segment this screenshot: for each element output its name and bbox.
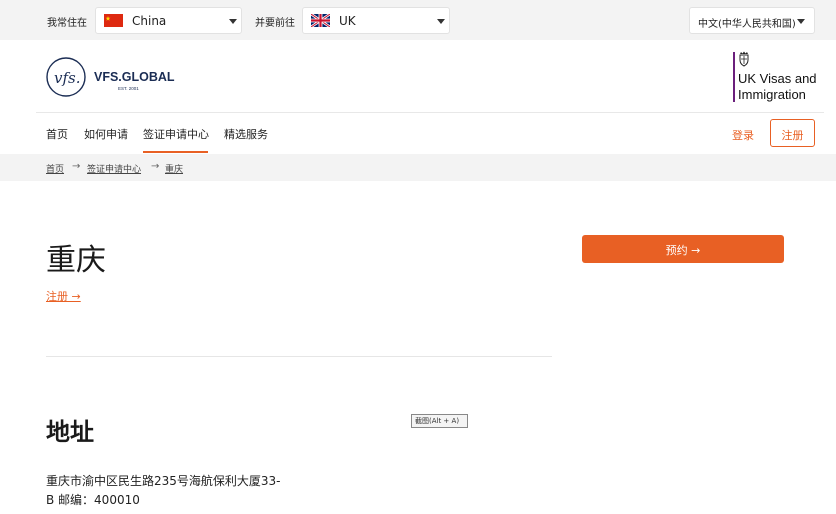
uk-flag-icon [311,14,330,27]
register-button[interactable]: 注册 [770,119,815,147]
nav-item-home[interactable]: 首页 [46,126,68,142]
breadcrumb-home[interactable]: 首页 [46,162,64,175]
content-divider [46,356,552,357]
logo-sub-text: EST. 2001 [118,86,139,91]
page-title: 重庆 [46,243,106,278]
nav-active-indicator [143,151,208,153]
partner-logo-text: UK Visas and Immigration [738,71,817,103]
going-country-value: UK [339,14,356,28]
nav-item-visa-centers[interactable]: 签证申请中心 [143,126,209,142]
tooltip-text: 截图(Alt + A) [415,417,460,425]
nav-item-how-to-apply[interactable]: 如何申请 [84,126,128,142]
address-line-2: B 邮编：400010 [46,493,140,507]
country-bar: 我常住在 China 并要前往 UK 中文(中华人民共和国) [0,0,836,40]
live-country-value: China [132,14,167,28]
book-appointment-button[interactable]: 预约 → [582,235,784,263]
vfs-global-logo[interactable]: vfs. VFS.GLOBAL EST. 2001 [46,56,176,98]
vfs-logo-icon: vfs. VFS.GLOBAL EST. 2001 [46,57,175,97]
partner-divider [733,52,735,102]
chevron-down-icon [797,19,805,24]
chevron-down-icon [437,19,445,24]
china-flag-icon [104,14,123,27]
register-link[interactable]: 注册 → [46,288,81,304]
arrow-right-icon: → [151,161,160,172]
header-divider [36,112,824,113]
language-select[interactable]: 中文(中华人民共和国) [689,7,815,34]
logo-mark-text: vfs. [54,69,81,87]
breadcrumb-current: 重庆 [165,165,184,175]
language-value: 中文(中华人民共和国) [698,19,796,30]
address-section-title: 地址 [46,418,94,446]
arrow-right-icon: → [72,161,81,172]
logo-text: VFS.GLOBAL [94,70,175,84]
partner-line2: Immigration [738,87,806,102]
breadcrumb: 首页 → 签证申请中心 → 重庆 [0,154,836,181]
nav-item-services[interactable]: 精选服务 [224,126,268,142]
register-button-label: 注册 [781,129,804,142]
login-link[interactable]: 登录 [732,127,754,143]
breadcrumb-visa-centers[interactable]: 签证申请中心 [87,162,141,175]
chevron-down-icon [229,19,237,24]
going-country-select[interactable]: UK [302,7,450,34]
going-to-label: 并要前往 [255,18,295,29]
address-line-1: 重庆市渝中区民生路235号海航保利大厦33- [46,474,281,488]
screenshot-tooltip: 截图(Alt + A) [411,414,468,428]
partner-line1: UK Visas and [738,71,817,86]
book-button-label: 预约 → [665,244,701,257]
royal-crest-icon [739,51,749,67]
live-country-select[interactable]: China [95,7,242,34]
live-in-label: 我常住在 [47,18,87,29]
